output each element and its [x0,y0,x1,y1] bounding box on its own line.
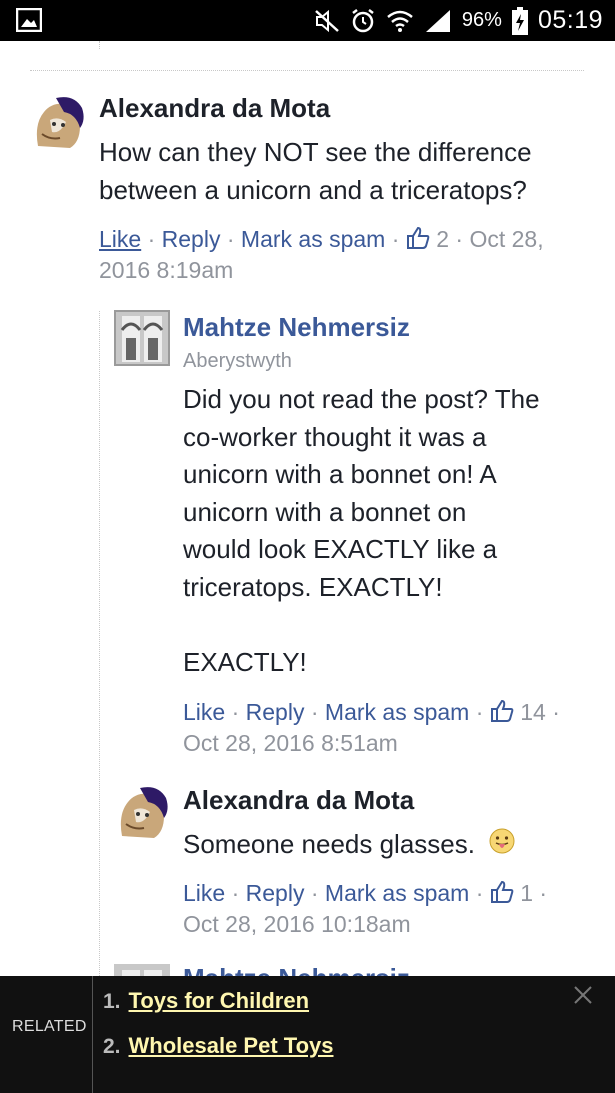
divider [30,70,584,71]
author-name[interactable]: Mahtze Nehmersiz [183,963,410,976]
alarm-icon [352,8,374,32]
mark-as-spam-link[interactable]: Mark as spam [325,699,469,725]
reply-link[interactable]: Reply [162,226,221,252]
author-location: Aberystwyth [183,350,292,372]
related-label: RELATED [12,1018,87,1035]
like-link[interactable]: Like [183,880,225,906]
status-bar: 96% 05:19 [0,0,615,41]
avatar[interactable] [114,964,170,976]
thumbs-up-icon [490,699,514,722]
comment-thread: Alexandra da Mota How can they NOT see t… [0,41,615,976]
divider [92,976,93,1093]
comment-text: Did you not read the post? The co-worker… [183,384,540,677]
thread-line [99,41,100,49]
related-item[interactable]: 2. Wholesale Pet Toys [103,1033,334,1059]
wifi-icon [387,10,413,32]
avatar[interactable] [30,94,86,150]
author-name[interactable]: Mahtze Nehmersiz [183,312,410,343]
mute-icon [315,9,339,32]
close-icon[interactable] [572,984,594,1006]
thumbs-up-icon [490,880,514,903]
comment-text: Someone needs glasses. [183,826,516,864]
mark-as-spam-link[interactable]: Mark as spam [241,226,385,252]
battery-icon [511,6,528,35]
timestamp: Oct 28, 2016 10:18am [183,911,411,937]
comment-meta: Like · Reply · Mark as spam · 14 · Oct 2… [183,699,560,756]
tongue-out-emoji-icon [489,828,515,854]
signal-icon [425,9,450,32]
author-name[interactable]: Alexandra da Mota [99,93,330,124]
clock: 05:19 [537,6,603,34]
avatar[interactable] [114,310,170,366]
like-count: 1 [520,880,533,906]
like-count: 2 [436,226,449,252]
related-link[interactable]: Toys for Children [129,988,310,1014]
like-count: 14 [520,699,546,725]
reply-link[interactable]: Reply [246,699,305,725]
reply-thread-line [99,311,100,976]
avatar[interactable] [114,784,170,840]
mark-as-spam-link[interactable]: Mark as spam [325,880,469,906]
related-link[interactable]: Wholesale Pet Toys [129,1033,334,1059]
author-name[interactable]: Alexandra da Mota [183,785,414,816]
comment-meta: Like · Reply · Mark as spam · 1 · Oct 28… [183,880,548,937]
like-link[interactable]: Like [99,226,141,252]
comment-meta: Like · Reply · Mark as spam · 2 · Oct 28… [99,226,544,283]
related-item[interactable]: 1. Toys for Children [103,988,309,1014]
timestamp: Oct 28, 2016 8:51am [183,730,398,756]
gallery-icon [16,8,42,32]
battery-percent: 96% [461,9,502,31]
thumbs-up-icon [406,226,430,249]
reply-link[interactable]: Reply [246,880,305,906]
comment-text: How can they NOT see the difference betw… [99,137,532,205]
related-bar: RELATED 1. Toys for Children 2. Wholesal… [0,976,615,1093]
like-link[interactable]: Like [183,699,225,725]
